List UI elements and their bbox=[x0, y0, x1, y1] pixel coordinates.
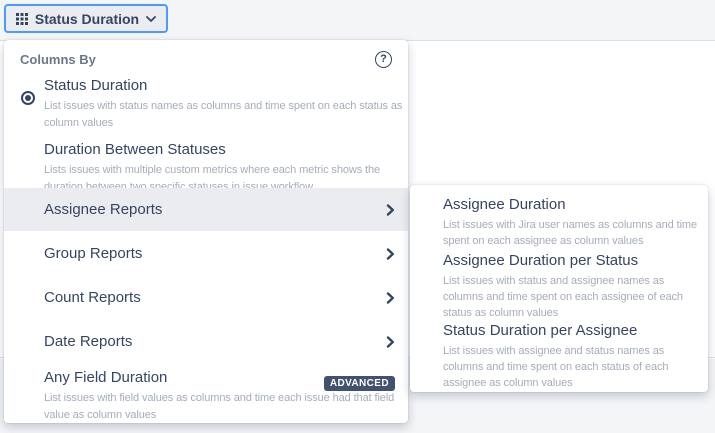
submenu-option-description: List issues with status and assignee nam… bbox=[443, 273, 701, 321]
submenu-option-description: List issues with Jira user names as colu… bbox=[443, 217, 701, 249]
advanced-badge: ADVANCED bbox=[324, 376, 395, 391]
submenu-option-title: Assignee Duration per Status bbox=[443, 251, 705, 271]
submenu-option-title: Status Duration per Assignee bbox=[443, 321, 705, 341]
submenu-option-description: List issues with assignee and status nam… bbox=[443, 343, 701, 391]
radio-selected-icon[interactable] bbox=[21, 91, 35, 105]
chevron-right-icon bbox=[386, 204, 394, 216]
option-description: List issues with field values as columns… bbox=[44, 390, 404, 424]
menu-header: Columns By ? bbox=[20, 50, 392, 68]
chevron-right-icon bbox=[386, 292, 394, 304]
menu-group-group-reports[interactable]: Group Reports bbox=[4, 232, 408, 275]
option-description: List issues with status names as columns… bbox=[44, 98, 404, 132]
menu-option-status-duration[interactable]: Status Duration List issues with status … bbox=[4, 76, 408, 132]
menu-group-assignee-reports[interactable]: Assignee Reports bbox=[4, 188, 408, 231]
help-icon[interactable]: ? bbox=[375, 51, 392, 68]
columns-by-menu: Columns By ? Status Duration List issues… bbox=[4, 40, 408, 423]
group-label: Date Reports bbox=[44, 333, 132, 350]
trigger-button-label: Status Duration bbox=[35, 11, 139, 27]
group-label: Group Reports bbox=[44, 245, 142, 262]
group-label: Assignee Reports bbox=[44, 201, 162, 218]
menu-title: Columns By bbox=[20, 52, 96, 67]
grid-icon bbox=[16, 13, 28, 25]
submenu-option-status-duration-per-assignee[interactable]: Status Duration per Assignee List issues… bbox=[443, 321, 705, 391]
assignee-reports-submenu: Assignee Duration List issues with Jira … bbox=[410, 185, 708, 392]
chevron-right-icon bbox=[386, 248, 394, 260]
menu-option-any-field-duration[interactable]: Any Field Duration ADVANCED List issues … bbox=[4, 368, 408, 424]
report-type-trigger-button[interactable]: Status Duration bbox=[4, 4, 168, 33]
submenu-option-assignee-duration[interactable]: Assignee Duration List issues with Jira … bbox=[443, 195, 705, 249]
option-title: Duration Between Statuses bbox=[44, 140, 408, 160]
chevron-right-icon bbox=[386, 336, 394, 348]
chevron-down-icon bbox=[146, 16, 156, 22]
menu-group-date-reports[interactable]: Date Reports bbox=[4, 320, 408, 363]
option-title: Status Duration bbox=[44, 76, 408, 96]
menu-group-count-reports[interactable]: Count Reports bbox=[4, 276, 408, 319]
submenu-option-title: Assignee Duration bbox=[443, 195, 705, 215]
submenu-option-assignee-duration-per-status[interactable]: Assignee Duration per Status List issues… bbox=[443, 251, 705, 321]
group-label: Count Reports bbox=[44, 289, 141, 306]
